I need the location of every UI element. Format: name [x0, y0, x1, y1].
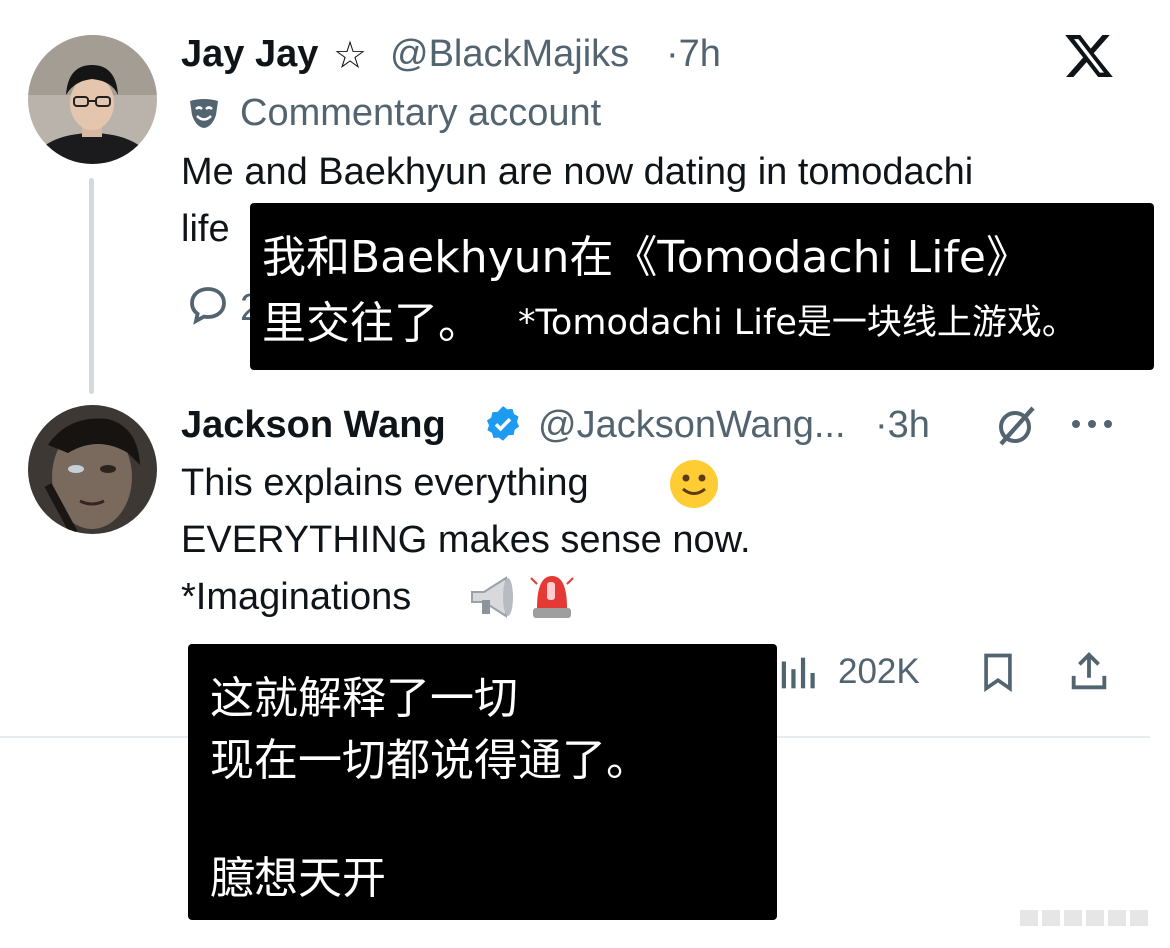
- author-name[interactable]: Jackson Wang: [181, 404, 446, 447]
- translation-caption-2: 这就解释了一切 现在一切都说得通了。 臆想天开: [188, 644, 777, 920]
- tweet-text-line: This explains everything: [181, 462, 589, 504]
- screenshot-stage: Jay Jay ☆ @BlackMajiks ·7h Commentary ac…: [0, 0, 1170, 948]
- watermark-graphic: [1020, 910, 1148, 926]
- views-icon[interactable]: [776, 650, 822, 696]
- more-options-icon[interactable]: [1068, 412, 1116, 436]
- caption-line: 臆想天开: [210, 853, 386, 904]
- author-handle[interactable]: @JacksonWang...: [538, 404, 846, 447]
- star-glyph: ☆: [333, 35, 368, 77]
- thread-connector-line: [89, 178, 94, 394]
- tweet-text-line: life: [181, 208, 230, 250]
- x-logo-icon[interactable]: [1063, 30, 1115, 82]
- tweet-text-line: Me and Baekhyun are now dating in tomoda…: [181, 151, 974, 193]
- loudspeaker-emoji: [471, 576, 513, 618]
- caption-line: 里交往了。: [262, 298, 482, 349]
- caption-line: 我和Baekhyun在《Tomodachi Life》: [262, 232, 1030, 283]
- police-light-emoji: [530, 576, 574, 618]
- account-label[interactable]: Commentary account: [240, 92, 601, 135]
- author-handle[interactable]: @BlackMajiks: [390, 33, 629, 76]
- grok-icon[interactable]: [993, 402, 1041, 450]
- slightly-smiling-face-emoji: [670, 460, 718, 508]
- avatar-jackson-wang[interactable]: [28, 405, 157, 534]
- reply-icon[interactable]: [184, 280, 232, 328]
- share-icon[interactable]: [1066, 649, 1112, 695]
- avatar-jay-jay[interactable]: [28, 35, 157, 164]
- tweet-time[interactable]: ·3h: [875, 404, 930, 447]
- tweet-text-line: *Imaginations: [181, 576, 412, 618]
- caption-line: 这就解释了一切: [210, 673, 518, 724]
- views-count: 202K: [838, 652, 920, 691]
- tweet-text-line: EVERYTHING makes sense now.: [181, 519, 751, 561]
- tweet-time[interactable]: ·7h: [666, 33, 721, 76]
- verified-badge-icon: [486, 406, 520, 441]
- translation-caption-1: 我和Baekhyun在《Tomodachi Life》 里交往了。 *Tomod…: [250, 203, 1154, 370]
- theater-mask-icon: [190, 99, 218, 128]
- caption-note: *Tomodachi Life是一块线上游戏。: [518, 303, 1077, 343]
- author-name[interactable]: Jay Jay: [181, 33, 318, 76]
- caption-line: 现在一切都说得通了。: [210, 735, 650, 786]
- bookmark-icon[interactable]: [976, 649, 1020, 695]
